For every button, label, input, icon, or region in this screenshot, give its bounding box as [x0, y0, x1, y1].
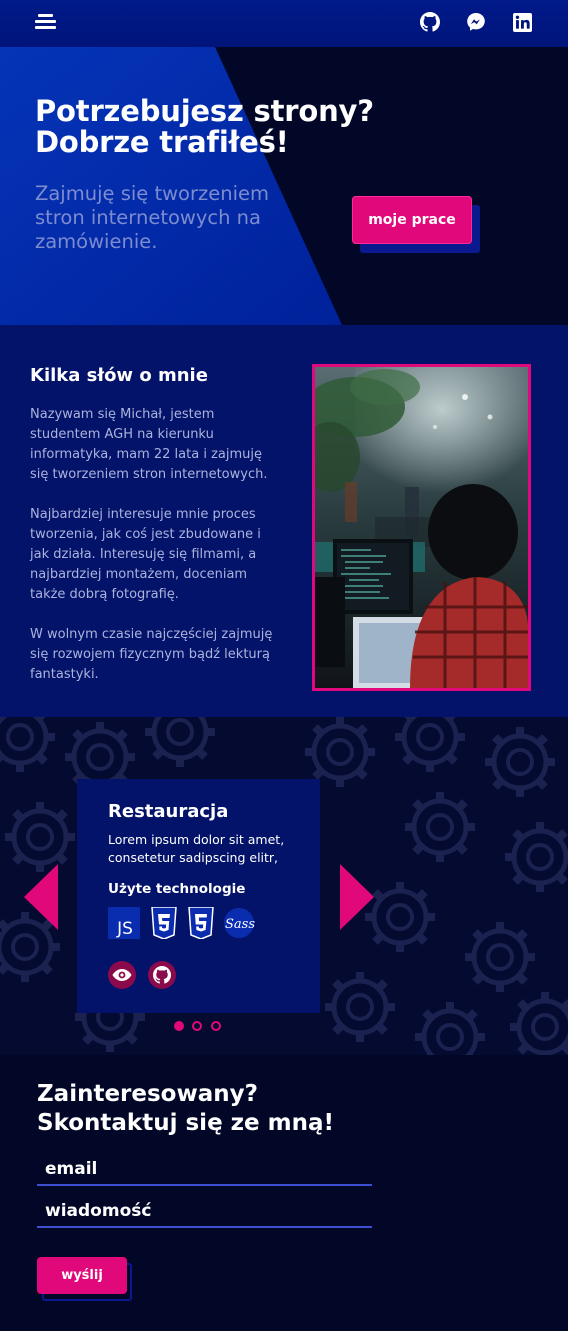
html5-icon: [185, 907, 217, 939]
project-card: Restauracja Lorem ipsum dolor sit amet, …: [77, 779, 320, 1013]
send-button[interactable]: wyślij: [37, 1257, 127, 1294]
email-field-label: email: [45, 1159, 98, 1179]
message-field-label: wiadomość: [45, 1201, 152, 1221]
contact-title-line-2: Skontaktuj się ze mną!: [37, 1110, 335, 1136]
contact-title: Zainteresowany? Skontaktuj się ze mną!: [37, 1080, 377, 1138]
about-photo: [312, 364, 531, 691]
hero-title-line-1: Potrzebujesz strony?: [35, 94, 374, 128]
svg-text:Sass: Sass: [225, 917, 255, 932]
linkedin-icon[interactable]: [511, 11, 533, 33]
about-paragraph: W wolnym czasie najczęściej zajmuję się …: [30, 627, 273, 682]
projects-section: Restauracja Lorem ipsum dolor sit amet, …: [0, 717, 568, 1055]
css3-icon: [148, 907, 180, 939]
message-field[interactable]: wiadomość: [37, 1200, 372, 1228]
hamburger-icon[interactable]: [35, 14, 56, 30]
hero-section: Potrzebujesz strony? Dobrze trafiłeś! Za…: [0, 47, 568, 325]
preview-button[interactable]: [108, 961, 136, 989]
about-paragraph: Nazywam się Michał, jestem studentem AGH…: [30, 407, 268, 482]
about-text: Nazywam się Michał, jestem studentem AGH…: [30, 405, 280, 705]
github-icon: [153, 966, 171, 984]
contact-title-line-1: Zainteresowany?: [37, 1081, 258, 1107]
slider-dots: [0, 1021, 568, 1031]
my-work-button[interactable]: moje prace: [352, 196, 472, 244]
eye-icon: [112, 969, 132, 981]
previous-slide-arrow-icon[interactable]: [24, 864, 58, 930]
top-navigation-bar: [0, 0, 568, 47]
slider-dot-3[interactable]: [211, 1021, 221, 1031]
js-icon: JS: [108, 907, 140, 939]
next-slide-arrow-icon[interactable]: [340, 864, 374, 930]
slider-dot-2[interactable]: [192, 1021, 202, 1031]
project-description: Lorem ipsum dolor sit amet, consetetur s…: [108, 832, 285, 865]
about-section: Kilka słów o mnie Nazywam się Michał, je…: [0, 325, 568, 717]
hero-title: Potrzebujesz strony? Dobrze trafiłeś!: [35, 96, 395, 158]
repository-button[interactable]: [148, 961, 176, 989]
sass-icon: Sass: [223, 907, 259, 939]
hero-title-line-2: Dobrze trafiłeś!: [35, 125, 289, 159]
tech-heading: Użyte technologie: [108, 881, 246, 897]
hero-subtitle: Zajmuję się tworzeniem stron internetowy…: [35, 182, 270, 253]
slider-dot-1[interactable]: [174, 1021, 184, 1031]
messenger-icon[interactable]: [465, 11, 487, 33]
project-title: Restauracja: [108, 801, 229, 822]
about-title: Kilka słów o mnie: [30, 365, 208, 386]
about-paragraph: Najbardziej interesuje mnie proces tworz…: [30, 507, 261, 602]
svg-text:JS: JS: [116, 919, 133, 939]
github-icon[interactable]: [419, 11, 441, 33]
email-field[interactable]: email: [37, 1158, 372, 1186]
